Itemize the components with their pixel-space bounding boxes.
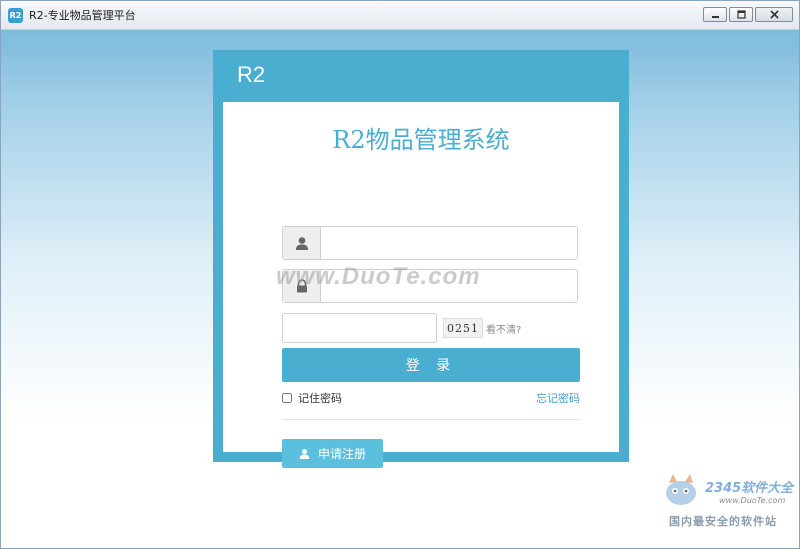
badge-name: 2345软件大全 <box>705 481 794 496</box>
maximize-icon <box>736 10 746 19</box>
login-button[interactable]: 登 录 <box>282 348 580 382</box>
remember-row: 记住密码 忘记密码 <box>282 390 580 406</box>
divider <box>282 419 580 420</box>
badge-slogan: 国内最安全的软件站 <box>669 515 777 528</box>
title-bar[interactable]: R2 R2-专业物品管理平台 <box>1 1 799 30</box>
maximize-button[interactable] <box>729 7 753 22</box>
login-panel: R2 R2物品管理系统 0251 看不清? 登 录 记住密码 忘记密码 申请注册 <box>213 50 629 468</box>
app-icon: R2 <box>8 7 23 23</box>
window-controls <box>703 7 793 22</box>
remember-label: 记住密码 <box>298 392 342 405</box>
mascot-logo-icon <box>666 474 696 505</box>
system-title: R2物品管理系统 <box>332 126 510 154</box>
close-icon <box>769 10 779 19</box>
user-icon <box>295 237 308 250</box>
app-icon-text: R2 <box>9 10 22 20</box>
watermark-badge: 2345软件大全 www.DuoTe.com 国内最安全的软件站 <box>661 471 796 531</box>
captcha-row: 0251 看不清? <box>282 312 578 344</box>
remember-checkbox[interactable] <box>282 393 292 403</box>
close-button[interactable] <box>755 7 793 22</box>
brand-logo: R2 <box>237 62 266 87</box>
remember-password[interactable]: 记住密码 <box>282 390 342 406</box>
forgot-password-link[interactable]: 忘记密码 <box>536 390 580 406</box>
captcha-input[interactable] <box>282 313 437 343</box>
username-input[interactable] <box>321 227 577 259</box>
user-icon <box>299 448 310 459</box>
watermark-text: www.DuoTe.com <box>276 263 481 290</box>
captcha-refresh-link[interactable]: 看不清? <box>486 321 521 336</box>
register-button[interactable]: 申请注册 <box>282 439 383 468</box>
minimize-icon <box>711 16 719 18</box>
username-addon <box>283 227 321 259</box>
minimize-button[interactable] <box>703 7 727 22</box>
window-title: R2-专业物品管理平台 <box>29 9 136 22</box>
app-window: R2 R2-专业物品管理平台 R2 R2物品管理系统 0251 看不清? 登 录… <box>0 0 800 549</box>
captcha-image[interactable]: 0251 <box>443 318 483 338</box>
register-label: 申请注册 <box>317 447 366 461</box>
badge-url: www.DuoTe.com <box>719 496 786 505</box>
username-group <box>282 226 578 260</box>
